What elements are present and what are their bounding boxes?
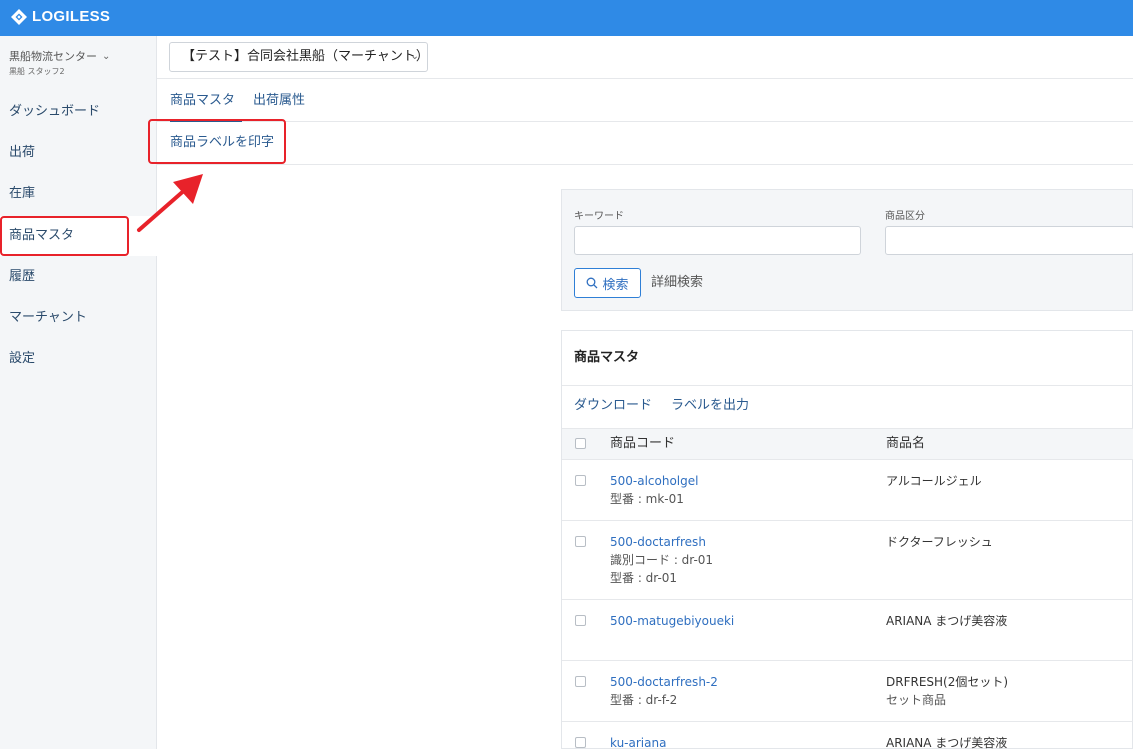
row-checkbox[interactable] [575, 536, 586, 547]
center-selector[interactable]: 黒船物流センター ⌄ [9, 48, 110, 64]
product-code-detail: 型番 : dr-f-2 [610, 693, 678, 707]
merchant-select[interactable]: 【テスト】合同会社黒船（マーチャント） ⌄ [169, 42, 429, 72]
logo-text: LOGILESS [32, 8, 111, 25]
annotation-arrow-icon [137, 174, 203, 232]
product-code-detail: 型番 : dr-01 [610, 571, 678, 585]
logo-diamond-icon [11, 8, 27, 25]
search-button-label: 検索 [602, 277, 629, 293]
table-row: ku-ariana ARIANA まつげ美容液 [562, 722, 1133, 749]
product-code-link[interactable]: 500-alcoholgel [610, 472, 698, 490]
category-input[interactable] [885, 226, 1133, 255]
tab-shipping-attributes[interactable]: 出荷属性 [253, 79, 305, 122]
highlight-box-print-label [148, 119, 286, 164]
product-code-detail: 識別コード : dr-01 [610, 553, 714, 567]
table-row: 500-alcoholgel 型番 : mk-01 アルコールジェル [562, 460, 1133, 521]
table-row: 500-doctarfresh 識別コード : dr-01 型番 : dr-01… [562, 521, 1133, 600]
table-header: 商品コード 商品名 [562, 428, 1133, 460]
product-code-link[interactable]: 500-matugebiyoueki [610, 612, 734, 630]
tab-bar: 商品マスタ 出荷属性 [157, 78, 1133, 122]
panel-title: 商品マスタ [574, 350, 640, 365]
select-all-checkbox[interactable] [575, 438, 586, 449]
column-header-code: 商品コード [610, 436, 676, 451]
product-type-note: セット商品 [886, 693, 947, 707]
product-code-link[interactable]: 500-doctarfresh-2 [610, 673, 718, 691]
product-list-panel: 商品マスタ ダウンロード ラベルを出力 商品コード 商品名 500-alcoho… [561, 330, 1133, 749]
product-code-detail: 型番 : mk-01 [610, 492, 684, 506]
sidebar-item-merchant[interactable]: マーチャント [0, 298, 157, 338]
merchant-select-value: 【テスト】合同会社黒船（マーチャント） [182, 49, 429, 64]
sidebar: 黒船物流センター ⌄ 黒船 スタッフ2 ダッシュボード 出荷 在庫 商品マスタ … [0, 36, 157, 749]
product-code-link[interactable]: ku-ariana [610, 734, 666, 749]
keyword-label: キーワード [574, 211, 624, 222]
row-checkbox[interactable] [575, 737, 586, 748]
column-header-name: 商品名 [886, 436, 926, 451]
table-row: 500-matugebiyoueki ARIANA まつげ美容液 [562, 600, 1133, 661]
search-panel: キーワード 商品区分 検索 詳細検索 [561, 189, 1133, 311]
product-name: ドクターフレッシュ [886, 535, 993, 549]
staff-name: 黒船 スタッフ2 [9, 67, 65, 76]
sidebar-item-dashboard[interactable]: ダッシュボード [0, 92, 157, 132]
search-button[interactable]: 検索 [574, 268, 641, 298]
keyword-input[interactable] [574, 226, 861, 255]
logo[interactable]: LOGILESS [11, 8, 110, 25]
product-name: ARIANA まつげ美容液 [886, 614, 1008, 628]
center-name: 黒船物流センター [9, 50, 97, 63]
row-checkbox[interactable] [575, 475, 586, 486]
subaction-bar: 商品ラベルを印字 [157, 122, 1133, 165]
tab-product-master[interactable]: 商品マスタ [170, 79, 242, 122]
sidebar-item-history[interactable]: 履歴 [0, 257, 157, 297]
sidebar-item-settings[interactable]: 設定 [0, 339, 157, 379]
top-bar: LOGILESS [0, 0, 1133, 36]
product-name: ARIANA まつげ美容液 [886, 736, 1008, 749]
product-name: DRFRESH(2個セット) [886, 675, 1009, 689]
row-checkbox[interactable] [575, 615, 586, 626]
download-link[interactable]: ダウンロード [574, 386, 652, 426]
row-checkbox[interactable] [575, 676, 586, 687]
search-icon [587, 277, 598, 289]
advanced-search-link[interactable]: 詳細検索 [651, 268, 703, 298]
product-name: アルコールジェル [886, 474, 982, 488]
label-output-link[interactable]: ラベルを出力 [671, 386, 749, 426]
chevron-down-icon: ⌄ [410, 51, 419, 62]
product-code-link[interactable]: 500-doctarfresh [610, 533, 706, 551]
highlight-box-product-master [0, 216, 129, 256]
category-label: 商品区分 [885, 211, 925, 222]
chevron-down-icon: ⌄ [102, 50, 111, 62]
table-row: 500-doctarfresh-2 型番 : dr-f-2 DRFRESH(2個… [562, 661, 1133, 722]
